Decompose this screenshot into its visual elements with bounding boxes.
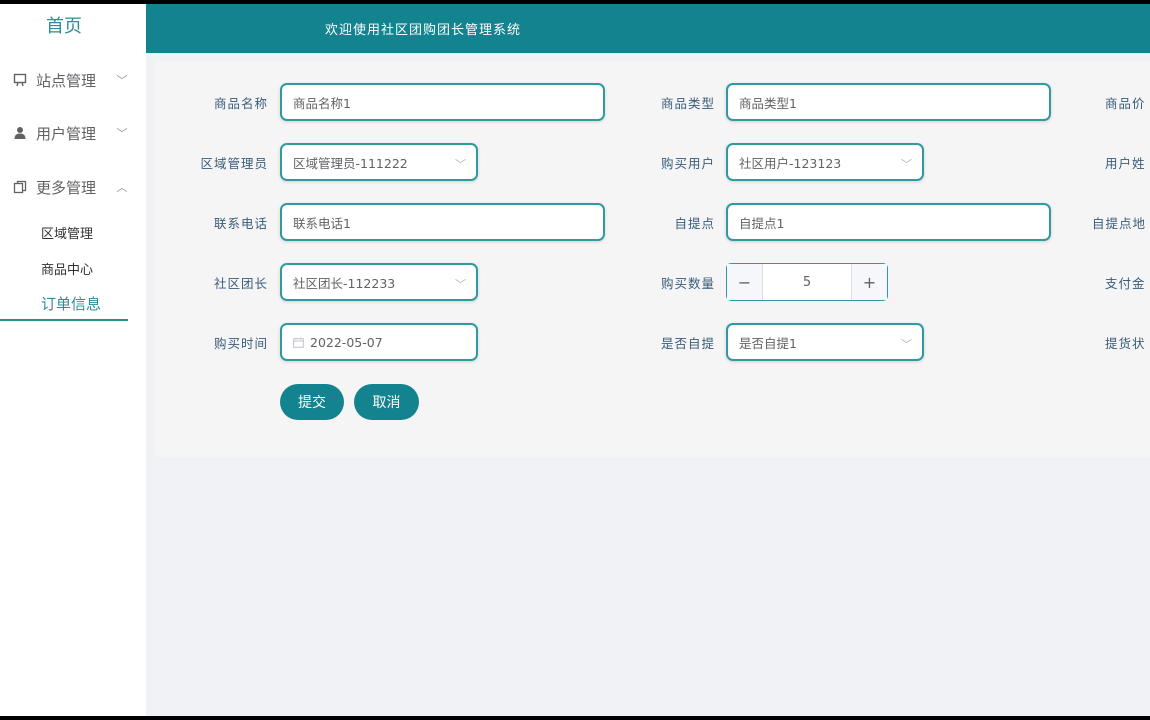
pickup-point-label: 自提点 <box>674 216 715 231</box>
self-pickup-value: 是否自提1 <box>739 335 797 351</box>
buy-time-label: 购买时间 <box>213 336 268 351</box>
quantity-stepper[interactable]: − 5 + <box>726 263 888 301</box>
chevron-down-icon: ﹀ <box>455 158 466 171</box>
region-manager-select[interactable]: 区域管理员-111222 ﹀ <box>280 143 478 181</box>
leader-value: 社区团长-112233 <box>293 275 396 291</box>
cancel-button[interactable]: 取消 <box>354 384 419 420</box>
leader-select[interactable]: 社区团长-112233 ﹀ <box>280 263 478 301</box>
user-name-label: 用户姓 <box>1105 156 1146 171</box>
product-name-input[interactable] <box>293 94 603 110</box>
sidebar-subitem-order-info[interactable]: 订单信息 <box>0 290 128 316</box>
leader-label: 社区团长 <box>213 276 268 291</box>
sidebar: 首页 站点管理 ﹀ 用户管理 ﹀ 更多管理 ︿ 区域管理 商品中心 订单信息 <box>0 4 146 716</box>
product-name-field[interactable] <box>280 83 605 121</box>
delivery-status-label: 提货状 <box>1105 336 1146 351</box>
phone-field[interactable] <box>280 203 605 241</box>
sidebar-item-user-management[interactable]: 用户管理 ﹀ <box>0 118 128 148</box>
decrease-button[interactable]: − <box>727 264 763 300</box>
buyer-value: 社区用户-123123 <box>739 155 842 171</box>
active-indicator <box>0 319 128 321</box>
sidebar-subitem-product-center[interactable]: 商品中心 <box>0 255 128 281</box>
pickup-address-label: 自提点地 <box>1092 216 1147 231</box>
calendar-icon <box>293 337 304 348</box>
pay-amount-label: 支付金 <box>1105 276 1146 291</box>
buy-time-value: 2022-05-07 <box>310 334 383 350</box>
monitor-icon <box>13 73 27 87</box>
product-type-input[interactable] <box>739 94 1049 110</box>
sidebar-item-label: 站点管理 <box>36 71 97 90</box>
sidebar-subitem-region-management[interactable]: 区域管理 <box>0 219 128 245</box>
quantity-label: 购买数量 <box>660 276 715 291</box>
pickup-point-input[interactable] <box>739 214 1049 230</box>
region-manager-value: 区域管理员-111222 <box>293 155 408 171</box>
pickup-point-field[interactable] <box>726 203 1051 241</box>
quantity-value[interactable]: 5 <box>763 264 851 300</box>
product-type-label: 商品类型 <box>660 96 715 111</box>
top-header: 欢迎使用社区团购团长管理系统 <box>146 4 1150 53</box>
order-form: 商品名称 商品类型 商品价 区域管理员 区域管理员-111222 ﹀ 购买用户 … <box>155 61 1150 457</box>
chevron-down-icon: ﹀ <box>455 278 466 291</box>
buy-time-picker[interactable]: 2022-05-07 <box>280 323 478 361</box>
increase-button[interactable]: + <box>851 264 887 300</box>
chevron-down-icon: ﹀ <box>116 127 128 140</box>
copy-icon <box>13 180 27 194</box>
submit-button[interactable]: 提交 <box>280 384 344 420</box>
sidebar-item-label: 更多管理 <box>36 178 97 197</box>
region-manager-label: 区域管理员 <box>200 156 268 171</box>
chevron-down-icon: ﹀ <box>116 74 128 87</box>
self-pickup-select[interactable]: 是否自提1 ﹀ <box>726 323 924 361</box>
self-pickup-label: 是否自提 <box>660 336 715 351</box>
product-name-label: 商品名称 <box>213 96 268 111</box>
buyer-label: 购买用户 <box>660 156 715 171</box>
phone-label: 联系电话 <box>213 216 268 231</box>
chevron-up-icon: ︿ <box>116 181 128 194</box>
user-icon <box>13 126 27 140</box>
product-type-field[interactable] <box>726 83 1051 121</box>
chevron-down-icon: ﹀ <box>901 338 912 351</box>
phone-input[interactable] <box>293 214 603 230</box>
buyer-select[interactable]: 社区用户-123123 ﹀ <box>726 143 924 181</box>
app-screen: 首页 站点管理 ﹀ 用户管理 ﹀ 更多管理 ︿ 区域管理 商品中心 订单信息 欢… <box>0 4 1150 716</box>
sidebar-item-more-management[interactable]: 更多管理 ︿ <box>0 172 128 202</box>
page-title: 欢迎使用社区团购团长管理系统 <box>325 23 522 38</box>
product-price-label: 商品价 <box>1105 96 1146 111</box>
sidebar-item-site-management[interactable]: 站点管理 ﹀ <box>0 65 128 95</box>
chevron-down-icon: ﹀ <box>901 158 912 171</box>
sidebar-item-label: 用户管理 <box>36 124 97 143</box>
sidebar-home-link[interactable]: 首页 <box>0 12 128 38</box>
